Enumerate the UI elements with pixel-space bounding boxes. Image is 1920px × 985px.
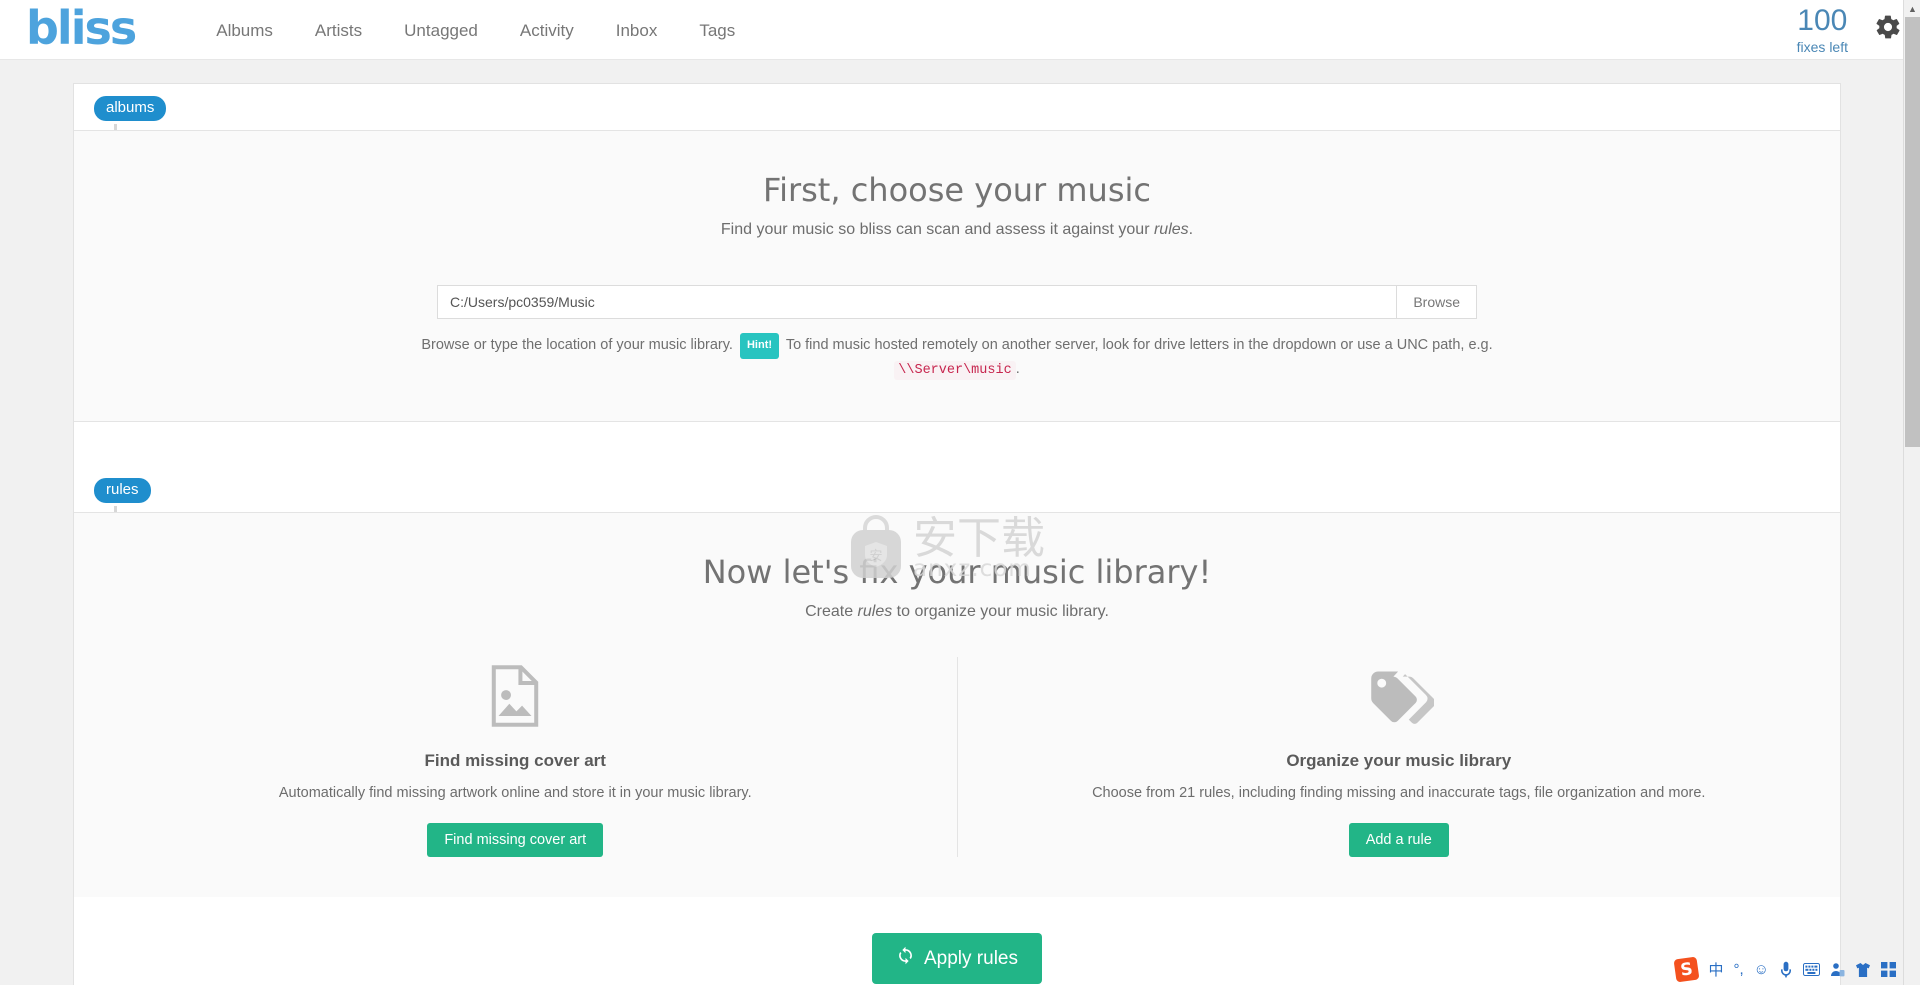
ime-punctuation-toggle[interactable]: °, bbox=[1734, 961, 1744, 978]
subtitle-text-before: Find your music so bliss can scan and as… bbox=[720, 221, 1154, 238]
smiley-icon[interactable]: ☺ bbox=[1754, 961, 1769, 978]
microphone-icon[interactable] bbox=[1779, 961, 1793, 978]
choose-music-panel: First, choose your music Find your music… bbox=[74, 130, 1840, 422]
nav-link-activity[interactable]: Activity bbox=[499, 11, 595, 51]
feature-description: Automatically find missing artwork onlin… bbox=[278, 785, 752, 801]
scroll-up-arrow[interactable]: ▲ bbox=[1904, 0, 1920, 17]
fixes-label: fixes left bbox=[1796, 38, 1848, 55]
choose-music-subtitle: Find your music so bliss can scan and as… bbox=[74, 221, 1840, 239]
rules-title: Now let's fix your music library! bbox=[702, 553, 1212, 591]
app-logo[interactable]: bliss bbox=[26, 5, 137, 51]
feature-title: Organize your music library bbox=[1286, 751, 1512, 770]
file-image-icon bbox=[114, 657, 917, 735]
ime-language-toggle[interactable]: 中 bbox=[1708, 959, 1723, 980]
apply-rules-wrap: Apply rules bbox=[74, 897, 1840, 985]
apps-icon[interactable] bbox=[1881, 962, 1896, 977]
refresh-icon bbox=[896, 946, 915, 971]
nav-link-untagged[interactable]: Untagged bbox=[383, 11, 499, 51]
feature-cover-art: Find missing cover art Automatically fin… bbox=[74, 657, 957, 857]
fixes-left-counter[interactable]: 100 fixes left bbox=[1796, 3, 1848, 55]
help-period: . bbox=[1015, 361, 1020, 377]
ime-taskbar: S 中 °, ☺ bbox=[1673, 956, 1896, 983]
gear-icon[interactable] bbox=[1874, 13, 1902, 46]
vertical-scrollbar[interactable]: ▲ bbox=[1903, 0, 1920, 985]
nav-link-tags[interactable]: Tags bbox=[678, 11, 756, 51]
help-text-before: Browse or type the location of your musi… bbox=[421, 337, 733, 353]
hint-badge[interactable]: Hint! bbox=[739, 333, 780, 359]
browse-button[interactable]: Browse bbox=[1396, 285, 1477, 319]
albums-chip-wrap: albums bbox=[74, 84, 1840, 150]
unc-path-example: \\Server\music bbox=[894, 361, 1016, 380]
feature-description: Choose from 21 rules, including finding … bbox=[1092, 785, 1706, 801]
nav-link-inbox[interactable]: Inbox bbox=[595, 11, 679, 51]
music-path-input-group: Browse bbox=[437, 285, 1477, 319]
main-content-card: albums First, choose your music Find you… bbox=[73, 83, 1841, 985]
tags-icon bbox=[998, 657, 1801, 735]
feature-title: Find missing cover art bbox=[424, 751, 606, 770]
rules-subtitle-after: to organize your music library. bbox=[892, 603, 1109, 620]
apply-rules-label: Apply rules bbox=[924, 947, 1018, 969]
keyboard-icon[interactable] bbox=[1803, 963, 1820, 976]
nav-link-albums[interactable]: Albums bbox=[195, 11, 294, 51]
section-chip-albums[interactable]: albums bbox=[94, 96, 167, 121]
page-scroll-area: albums First, choose your music Find you… bbox=[0, 61, 1903, 985]
apply-rules-button[interactable]: Apply rules bbox=[872, 933, 1042, 984]
person-icon[interactable] bbox=[1830, 962, 1845, 977]
shirt-icon[interactable] bbox=[1855, 962, 1871, 978]
section-gap bbox=[74, 422, 1840, 466]
music-path-input[interactable] bbox=[437, 285, 1397, 319]
find-missing-cover-art-button[interactable]: Find missing cover art bbox=[427, 823, 604, 857]
fix-library-panel: Now let's fix your music library! Create… bbox=[74, 512, 1840, 897]
top-navbar: bliss Albums Artists Untagged Activity I… bbox=[0, 0, 1920, 60]
rules-subtitle-emphasis: rules bbox=[857, 603, 893, 620]
scrollbar-thumb[interactable] bbox=[1905, 17, 1920, 447]
albums-section: albums First, choose your music Find you… bbox=[74, 84, 1840, 422]
main-nav: Albums Artists Untagged Activity Inbox T… bbox=[195, 11, 756, 51]
rules-chip-wrap: rules bbox=[74, 466, 1840, 532]
navbar-right: 100 fixes left bbox=[1796, 3, 1920, 55]
fixes-count: 100 bbox=[1797, 3, 1848, 37]
section-chip-rules[interactable]: rules bbox=[94, 478, 151, 503]
help-text-after: To find music hosted remotely on another… bbox=[785, 337, 1493, 353]
add-a-rule-button[interactable]: Add a rule bbox=[1348, 823, 1449, 857]
page-title: First, choose your music bbox=[763, 171, 1151, 209]
subtitle-text-after: . bbox=[1188, 221, 1194, 238]
sogou-logo-icon[interactable]: S bbox=[1673, 956, 1700, 983]
rules-subtitle: Create rules to organize your music libr… bbox=[74, 603, 1840, 621]
feature-columns: Find missing cover art Automatically fin… bbox=[74, 657, 1840, 857]
rules-subtitle-before: Create bbox=[805, 603, 858, 620]
rules-section: rules Now let's fix your music library! … bbox=[74, 466, 1840, 985]
feature-organize-library: Organize your music library Choose from … bbox=[956, 657, 1841, 857]
music-path-help: Browse or type the location of your musi… bbox=[397, 333, 1517, 381]
nav-link-artists[interactable]: Artists bbox=[294, 11, 383, 51]
subtitle-emphasis: rules bbox=[1153, 221, 1189, 238]
